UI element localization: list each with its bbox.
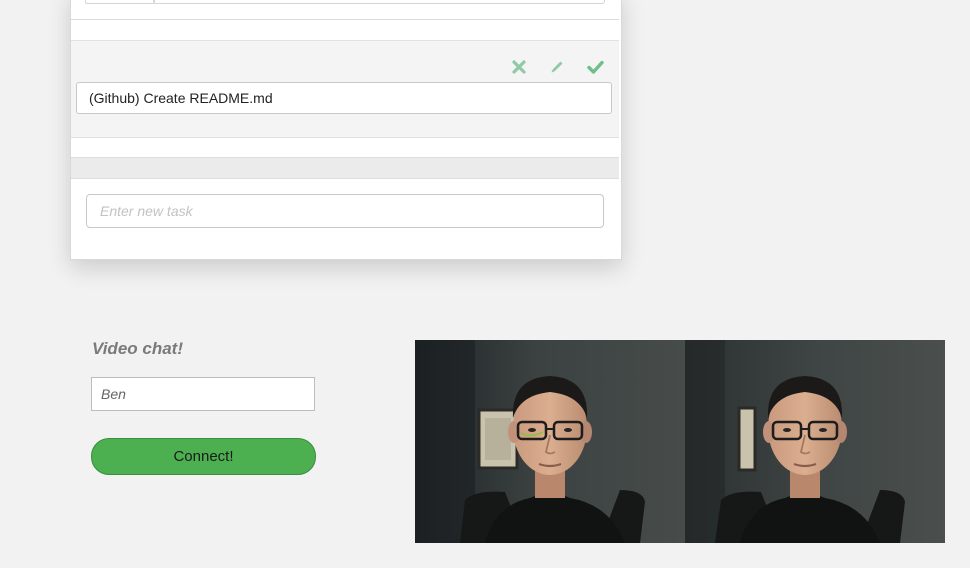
pencil-icon[interactable] xyxy=(547,58,567,76)
cancel-icon[interactable] xyxy=(509,58,529,76)
previous-task-item xyxy=(71,0,619,20)
video-streams xyxy=(415,340,945,543)
remote-video xyxy=(685,340,945,543)
task-item-fragment xyxy=(153,0,605,4)
name-input[interactable] xyxy=(91,377,315,411)
local-video xyxy=(415,340,685,543)
task-list-card xyxy=(70,0,622,260)
edit-task-input[interactable] xyxy=(76,82,612,114)
task-item-fragment xyxy=(85,0,155,4)
video-chat-title: Video chat! xyxy=(92,339,183,358)
section-divider xyxy=(71,157,619,179)
new-task-input[interactable] xyxy=(86,194,604,228)
webcam-feed-image xyxy=(685,340,945,543)
webcam-feed-image xyxy=(415,340,685,543)
connect-button[interactable]: Connect! xyxy=(91,438,316,475)
task-actions xyxy=(509,58,605,76)
editing-task-item xyxy=(71,40,619,138)
checkmark-icon[interactable] xyxy=(585,58,605,76)
